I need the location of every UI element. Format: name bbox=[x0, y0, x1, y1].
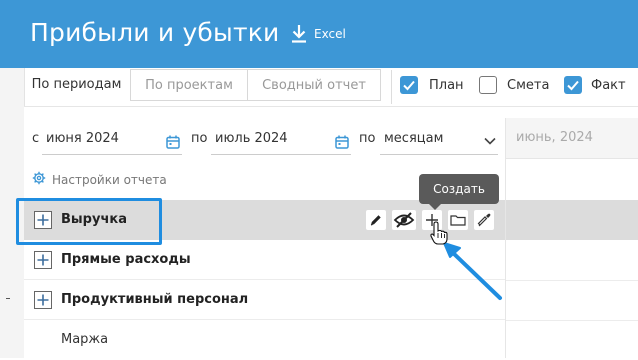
calendar-icon[interactable] bbox=[335, 135, 349, 153]
table-row[interactable]: Прямые расходы bbox=[24, 240, 505, 280]
from-date-field[interactable]: июня 2024 bbox=[42, 123, 182, 155]
column-cell-highlighted bbox=[506, 200, 638, 240]
create-tooltip: Создать bbox=[419, 174, 499, 210]
plan-checkbox[interactable] bbox=[400, 76, 418, 94]
column-header-label: июнь, 2024 bbox=[516, 130, 593, 145]
create-plus-icon[interactable] bbox=[422, 210, 442, 230]
from-date-value: июня 2024 bbox=[46, 131, 119, 146]
tab-summary-report[interactable]: Сводный отчет bbox=[248, 69, 381, 101]
to-date-field[interactable]: июль 2024 bbox=[211, 123, 351, 155]
page-header: Прибыли и убытки Excel bbox=[0, 0, 638, 68]
report-settings-link[interactable]: Настройки отчета bbox=[32, 171, 167, 188]
export-excel-label: Excel bbox=[314, 27, 346, 41]
table-row[interactable]: Маржа bbox=[24, 320, 505, 360]
page-title: Прибыли и убытки bbox=[30, 18, 280, 47]
export-excel-button[interactable]: Excel bbox=[290, 24, 346, 44]
tab-by-periods[interactable]: По периодам bbox=[24, 69, 129, 101]
to-prefix: по bbox=[191, 131, 208, 146]
row-highlight-frame bbox=[16, 198, 162, 245]
eyedropper-icon[interactable] bbox=[474, 210, 494, 230]
checkmark-icon bbox=[567, 80, 579, 91]
group-prefix: по bbox=[359, 131, 376, 146]
estimate-checkbox[interactable] bbox=[479, 76, 497, 94]
report-settings-label: Настройки отчета bbox=[52, 172, 167, 187]
column-cell-divider bbox=[506, 320, 638, 321]
grouping-value: месяцам bbox=[384, 131, 444, 146]
edit-pencil-icon[interactable] bbox=[366, 210, 386, 230]
column-cell-divider bbox=[506, 280, 638, 281]
calendar-icon[interactable] bbox=[166, 135, 180, 153]
estimate-label: Смета bbox=[507, 78, 550, 93]
table-row[interactable]: Продуктивный персонал bbox=[24, 280, 505, 320]
column-header: июнь, 2024 bbox=[506, 118, 638, 159]
fact-label: Факт bbox=[591, 78, 626, 93]
checkmark-icon bbox=[403, 80, 415, 91]
tab-by-projects[interactable]: По проектам bbox=[130, 69, 248, 101]
row-label: Прямые расходы bbox=[61, 252, 191, 267]
hide-eye-icon[interactable] bbox=[392, 210, 416, 230]
toolbar-divider bbox=[391, 70, 392, 104]
expand-plus-icon[interactable] bbox=[34, 291, 52, 309]
gear-icon bbox=[32, 171, 46, 188]
period-column-panel: июнь, 2024 bbox=[505, 118, 638, 358]
view-toolbar: По периодам По проектам Сводный отчет Пл… bbox=[24, 68, 638, 106]
fact-checkbox[interactable] bbox=[564, 76, 582, 94]
sidebar-mark bbox=[6, 298, 10, 299]
row-label: Продуктивный персонал bbox=[61, 292, 249, 307]
from-prefix: с bbox=[32, 131, 40, 146]
grouping-select[interactable]: месяцам bbox=[380, 123, 498, 155]
folder-icon[interactable] bbox=[448, 210, 468, 230]
download-icon bbox=[290, 24, 308, 44]
period-filters: с июня 2024 по июль 2024 по месяцам bbox=[24, 119, 505, 159]
expand-plus-icon[interactable] bbox=[34, 251, 52, 269]
row-label: Маржа bbox=[61, 332, 109, 347]
chevron-down-icon bbox=[484, 134, 496, 149]
to-date-value: июль 2024 bbox=[215, 131, 288, 146]
plan-label: План bbox=[429, 78, 464, 93]
